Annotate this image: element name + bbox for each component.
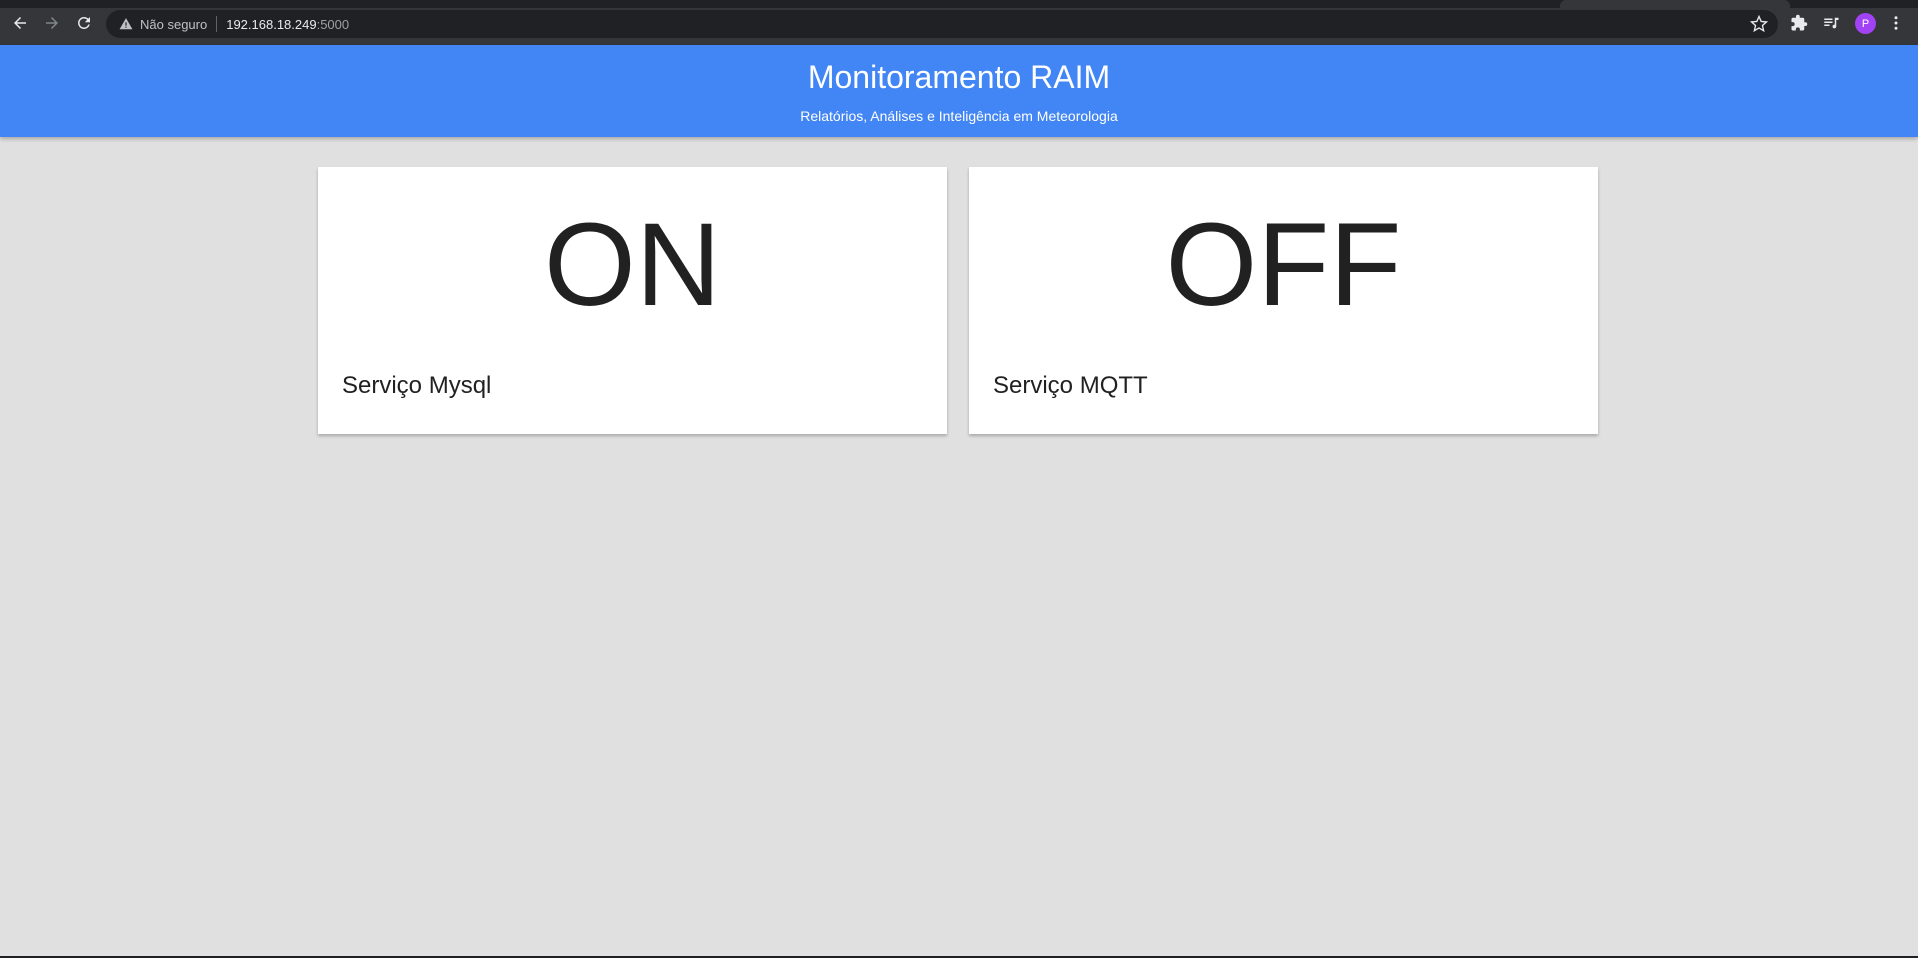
service-card-mqtt: OFF Serviço MQTT — [969, 167, 1598, 434]
forward-icon — [46, 17, 58, 29]
menu-dots-icon[interactable] — [1886, 13, 1906, 33]
page-subtitle: Relatórios, Análises e Inteligência em M… — [800, 108, 1118, 124]
service-label: Serviço MQTT — [993, 372, 1148, 399]
active-tab[interactable] — [1560, 0, 1790, 8]
page-title: Monitoramento RAIM — [807, 59, 1111, 95]
avatar[interactable]: P — [1855, 13, 1876, 34]
security-label[interactable]: Não seguro — [140, 17, 207, 32]
reload-icon — [78, 16, 90, 29]
reload-button[interactable] — [73, 12, 95, 34]
address-bar[interactable]: Não seguro 192.168.18.249 :5000 — [106, 10, 1778, 38]
warning-icon[interactable] — [118, 16, 134, 32]
back-button[interactable] — [9, 12, 31, 34]
url-host[interactable]: 192.168.18.249 — [226, 17, 316, 32]
forward-button[interactable] — [41, 12, 63, 34]
bookmark-star-icon[interactable] — [1749, 14, 1769, 33]
media-queue-icon[interactable] — [1821, 13, 1841, 33]
url-port[interactable]: :5000 — [317, 17, 350, 32]
browser-toolbar: Não seguro 192.168.18.249 :5000 P — [0, 0, 1918, 45]
status-text: OFF — [1165, 199, 1402, 331]
back-icon — [14, 17, 26, 29]
service-card-mysql: ON Serviço Mysql — [318, 167, 947, 434]
divider — [216, 16, 218, 32]
extensions-icon[interactable] — [1789, 13, 1809, 33]
app-header: Monitoramento RAIM Relatórios, Análises … — [0, 45, 1918, 137]
status-text: ON — [544, 199, 721, 331]
service-label: Serviço Mysql — [342, 372, 492, 399]
